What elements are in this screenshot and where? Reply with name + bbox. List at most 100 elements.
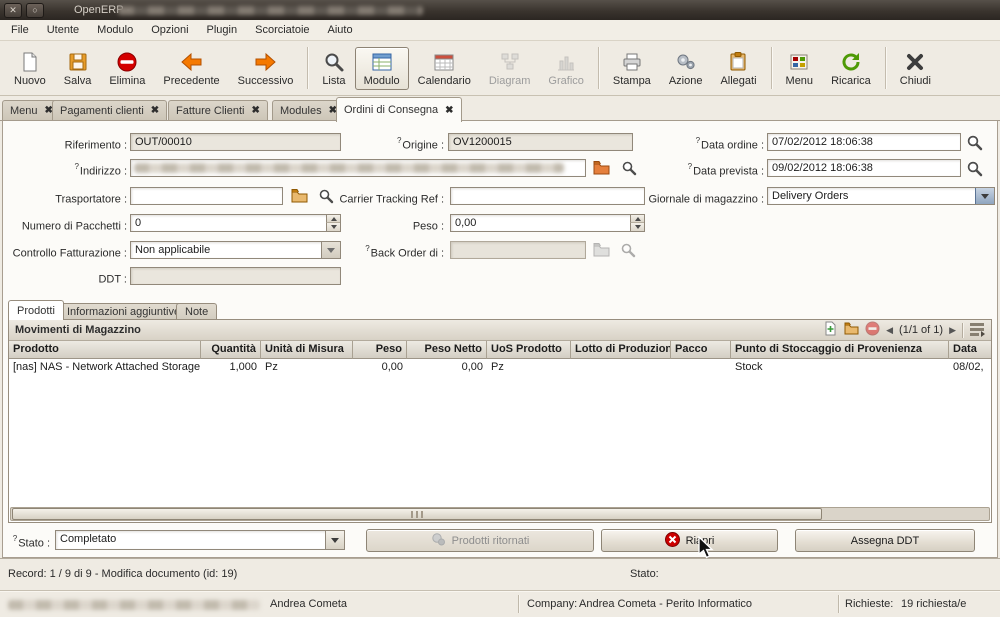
data-prevista-field[interactable]: 09/02/2012 18:06:38 bbox=[767, 159, 961, 177]
toolbar-menu-button[interactable]: Menu bbox=[777, 47, 823, 90]
stato-status-text: Stato: bbox=[630, 566, 659, 582]
indirizzo-folder-icon[interactable] bbox=[593, 160, 610, 178]
label-text: Origine : bbox=[402, 140, 444, 152]
data-ordine-field[interactable]: 07/02/2012 18:06:38 bbox=[767, 133, 961, 151]
field-value: 09/02/2012 18:06:38 bbox=[772, 162, 873, 174]
toolbar-ricarica-button[interactable]: Ricarica bbox=[822, 47, 880, 90]
column-header-punto-stoccaggio[interactable]: Punto di Stoccaggio di Provenienza bbox=[731, 341, 949, 359]
stato-select[interactable]: Completato bbox=[55, 530, 345, 550]
controllo-fatturazione-label: Controllo Fatturazione : bbox=[10, 241, 127, 263]
column-header-quantita[interactable]: Quantità bbox=[201, 341, 261, 359]
back-order-label: ?Back Order di : bbox=[330, 241, 444, 263]
riferimento-label: Riferimento : bbox=[10, 133, 127, 155]
requests-value[interactable]: 19 richiesta/e bbox=[901, 596, 966, 612]
origine-field[interactable]: OV1200015 bbox=[448, 133, 633, 151]
switch-view-icon[interactable] bbox=[969, 321, 985, 340]
riferimento-field[interactable]: OUT/00010 bbox=[130, 133, 341, 151]
notebook-tab-prodotti[interactable]: Prodotti bbox=[8, 300, 64, 320]
spin-down-icon[interactable] bbox=[630, 223, 644, 231]
open-row-icon[interactable] bbox=[844, 322, 859, 338]
toolbar-label: Ricarica bbox=[831, 75, 871, 87]
data-ordine-zoom-icon[interactable] bbox=[966, 134, 983, 154]
toolbar-precedente-button[interactable]: Precedente bbox=[154, 47, 228, 90]
toolbar-chiudi-button[interactable]: Chiudi bbox=[891, 47, 940, 90]
menu-aiuto[interactable]: Aiuto bbox=[319, 20, 362, 41]
tab-close-icon[interactable]: ✖ bbox=[445, 105, 453, 116]
tab-ordini-di-consegna[interactable]: Ordini di Consegna ✖ bbox=[336, 97, 462, 122]
toolbar-stampa-button[interactable]: Stampa bbox=[604, 47, 660, 90]
toolbar-azione-button[interactable]: Azione bbox=[660, 47, 712, 90]
toolbar: Nuovo Salva Elimina Precedente Successiv… bbox=[0, 41, 1000, 96]
column-header-data[interactable]: Data bbox=[949, 341, 991, 359]
spin-up-icon[interactable] bbox=[630, 215, 644, 223]
column-header-uos-prodotto[interactable]: UoS Prodotto bbox=[487, 341, 571, 359]
menu-file[interactable]: File bbox=[2, 20, 38, 41]
tab-fatture-clienti[interactable]: Fatture Clienti ✖ bbox=[168, 100, 268, 120]
button-label: Prodotti ritornati bbox=[452, 535, 530, 547]
dropdown-arrow-icon[interactable] bbox=[325, 531, 344, 549]
ddt-label: DDT : bbox=[10, 267, 127, 289]
carrier-tracking-field[interactable] bbox=[450, 187, 645, 205]
notebook-tab-note[interactable]: Note bbox=[176, 303, 217, 320]
label-text: Carrier Tracking Ref : bbox=[339, 194, 444, 206]
tab-modules[interactable]: Modules ✖ bbox=[272, 100, 345, 120]
delete-row-icon bbox=[865, 321, 880, 339]
menu-scorciatoie[interactable]: Scorciatoie bbox=[246, 20, 318, 41]
menu-modulo[interactable]: Modulo bbox=[88, 20, 142, 41]
help-marker: ? bbox=[74, 162, 78, 171]
horizontal-scrollbar[interactable] bbox=[10, 507, 990, 521]
toolbar-label: Salva bbox=[64, 75, 92, 87]
data-prevista-zoom-icon[interactable] bbox=[966, 160, 983, 180]
label-text: Data prevista : bbox=[693, 166, 764, 178]
peso-field[interactable]: 0,00 bbox=[450, 214, 645, 232]
toolbar-calendario-button[interactable]: Calendario bbox=[409, 47, 480, 90]
menu-opzioni[interactable]: Opzioni bbox=[142, 20, 197, 41]
indirizzo-field[interactable] bbox=[130, 159, 586, 177]
ddt-field[interactable] bbox=[130, 267, 341, 285]
window-close-button[interactable]: ✕ bbox=[4, 3, 22, 18]
indirizzo-search-icon[interactable] bbox=[621, 160, 637, 179]
giornale-select[interactable]: Delivery Orders bbox=[767, 187, 995, 205]
column-header-unita-di-misura[interactable]: Unità di Misura bbox=[261, 341, 353, 359]
column-header-prodotto[interactable]: Prodotto bbox=[9, 341, 201, 359]
dropdown-arrow-icon[interactable] bbox=[975, 188, 994, 204]
field-value: Completato bbox=[60, 533, 116, 545]
toolbar-elimina-button[interactable]: Elimina bbox=[100, 47, 154, 90]
toolbar-nuovo-button[interactable]: Nuovo bbox=[5, 47, 55, 90]
assegna-ddt-button[interactable]: Assegna DDT bbox=[795, 529, 975, 552]
riapri-button[interactable]: Riapri bbox=[601, 529, 778, 552]
redacted-indirizzo-value bbox=[134, 163, 564, 173]
column-header-peso-netto[interactable]: Peso Netto bbox=[407, 341, 487, 359]
menu-utente[interactable]: Utente bbox=[38, 20, 88, 41]
toolbar-successivo-button[interactable]: Successivo bbox=[229, 47, 303, 90]
column-header-peso[interactable]: Peso bbox=[353, 341, 407, 359]
add-row-icon[interactable] bbox=[823, 321, 838, 339]
pager-prev-icon[interactable]: ◀ bbox=[886, 325, 893, 336]
trasportatore-folder-icon[interactable] bbox=[291, 188, 308, 206]
pager-next-icon[interactable]: ▶ bbox=[949, 325, 956, 336]
window-minimize-button[interactable]: ○ bbox=[26, 3, 44, 18]
column-header-pacco[interactable]: Pacco bbox=[671, 341, 731, 359]
list-view-icon bbox=[323, 51, 345, 74]
tab-close-icon[interactable]: ✖ bbox=[251, 105, 259, 116]
toolbar-salva-button[interactable]: Salva bbox=[55, 47, 101, 90]
column-header-lotto[interactable]: Lotto di Produzione bbox=[571, 341, 671, 359]
toolbar-separator bbox=[771, 47, 772, 89]
redacted-connection-info bbox=[8, 600, 260, 610]
toolbar-modulo-button[interactable]: Modulo bbox=[355, 47, 409, 90]
back-order-search-icon bbox=[620, 242, 636, 261]
menu-plugin[interactable]: Plugin bbox=[198, 20, 247, 41]
notebook-tab-informazioni[interactable]: Informazioni aggiuntive bbox=[58, 303, 189, 320]
toolbar-lista-button[interactable]: Lista bbox=[313, 47, 354, 90]
table-row[interactable]: [nas] NAS - Network Attached Storage 1,0… bbox=[9, 359, 991, 376]
controllo-fatturazione-select[interactable]: Non applicabile bbox=[130, 241, 341, 259]
toolbar-separator bbox=[598, 47, 599, 89]
numero-pacchetti-field[interactable]: 0 bbox=[130, 214, 341, 232]
company-label: Company: bbox=[527, 596, 577, 612]
scrollbar-thumb[interactable] bbox=[12, 508, 822, 520]
toolbar-allegati-button[interactable]: Allegati bbox=[711, 47, 765, 90]
tab-pagamenti-clienti[interactable]: Pagamenti clienti ✖ bbox=[52, 100, 167, 120]
statusbar: Record: 1 / 9 di 9 - Modifica documento … bbox=[0, 558, 1000, 590]
tab-close-icon[interactable]: ✖ bbox=[151, 105, 159, 116]
trasportatore-field[interactable] bbox=[130, 187, 283, 205]
